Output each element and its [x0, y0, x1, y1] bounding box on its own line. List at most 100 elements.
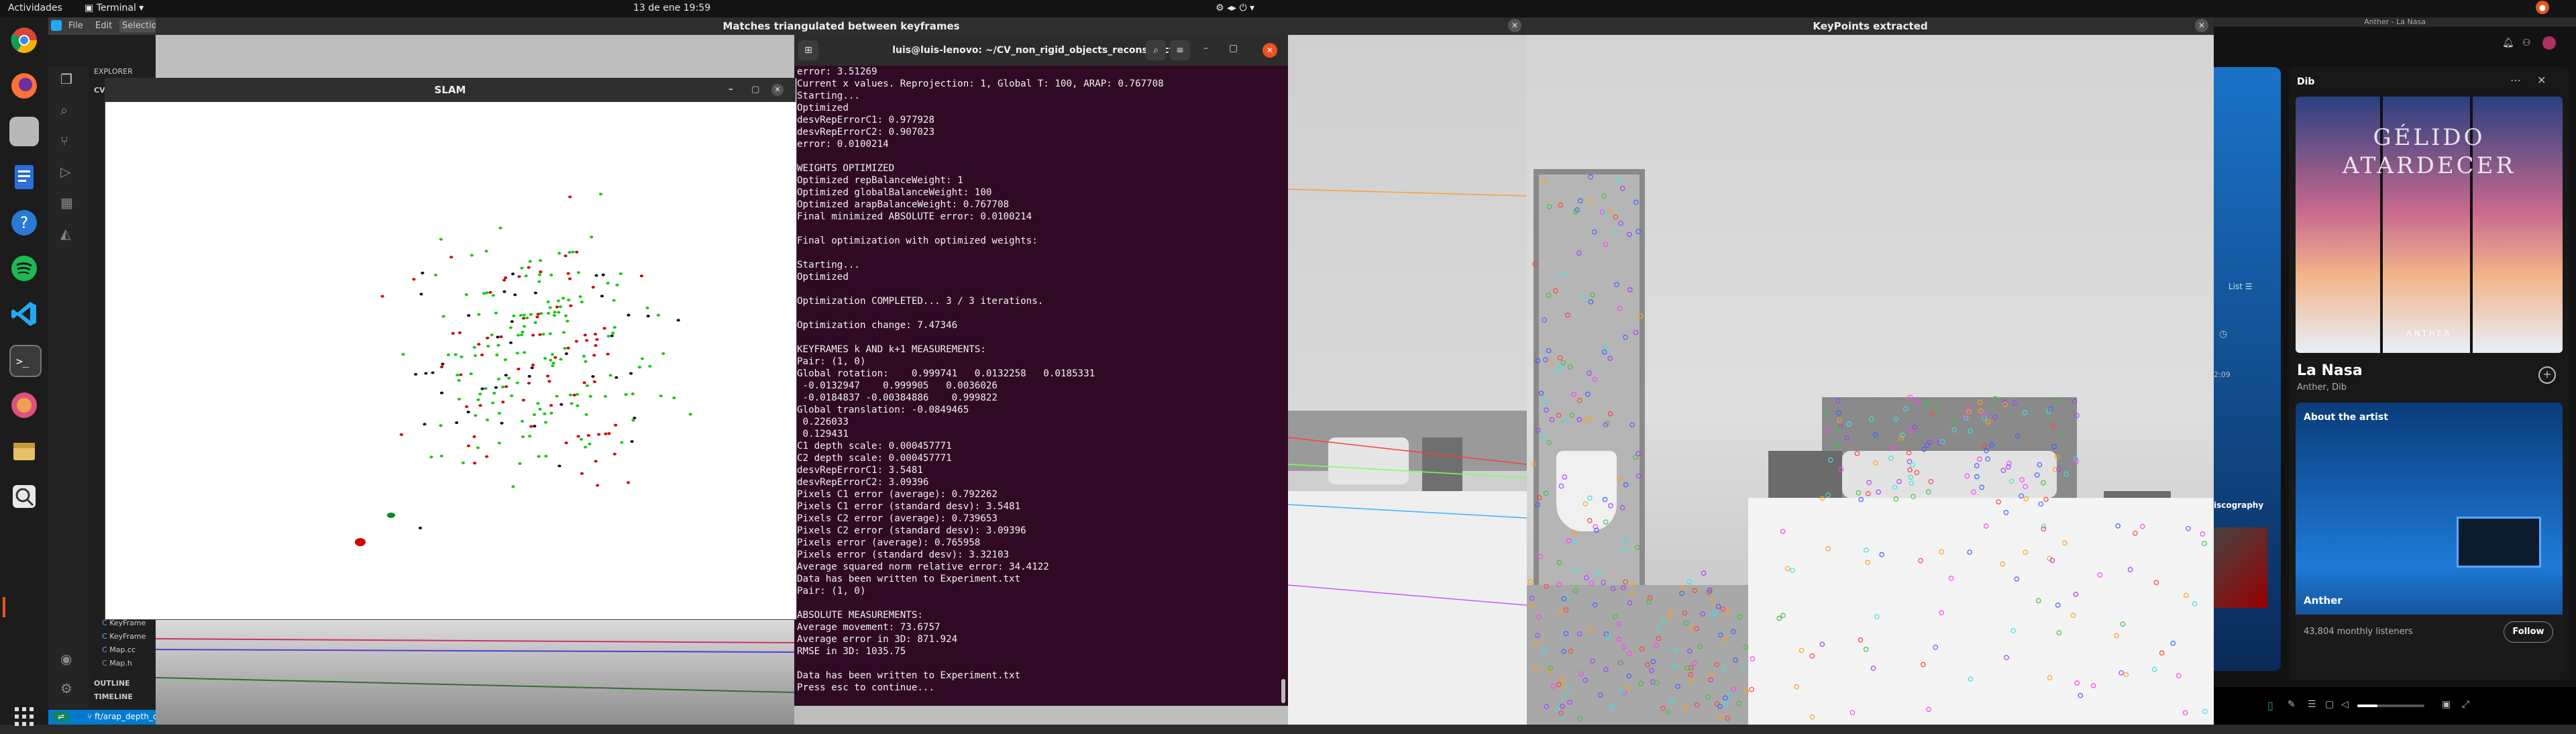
- keypoint-circle: [1615, 177, 1621, 183]
- keypoint-circle: [1535, 502, 1541, 508]
- file-keyframe-2[interactable]: C KeyFrame: [102, 632, 146, 641]
- writer-icon[interactable]: [9, 162, 39, 192]
- list-view-button[interactable]: List ☰: [2229, 282, 2253, 291]
- slam-maximize-button[interactable]: ▢: [751, 78, 759, 102]
- search-icon[interactable]: ⌕: [60, 102, 68, 118]
- slam-titlebar[interactable]: SLAM – ▢ ✕: [105, 78, 796, 102]
- file-map-h[interactable]: C Map.h: [102, 659, 132, 668]
- file-map-cc[interactable]: C Map.cc: [102, 645, 136, 654]
- tray-icons[interactable]: ⚙ ◂▸ ⏻ ▾: [1216, 3, 1254, 13]
- map-point: [620, 441, 624, 444]
- map-point: [619, 272, 623, 275]
- keypoint-circle: [1556, 560, 1562, 566]
- hamburger-menu-icon[interactable]: ≡: [1170, 40, 1190, 60]
- search-icon[interactable]: ⌕: [1146, 40, 1166, 60]
- about-artist-card[interactable]: About the artist Anther 43,804 monthly l…: [2296, 403, 2563, 674]
- slam-minimize-button[interactable]: –: [729, 78, 733, 102]
- remote-indicator[interactable]: ⇌: [54, 712, 69, 721]
- map-point: [539, 270, 543, 274]
- map-point: [476, 398, 480, 401]
- matches-close-button[interactable]: ✕: [1508, 19, 1521, 32]
- fullscreen-icon[interactable]: ⤢: [2462, 699, 2469, 710]
- keypoint-circle: [1558, 611, 1563, 616]
- terminal-scrollbar[interactable]: [1281, 679, 1285, 703]
- app-grid-icon[interactable]: [9, 702, 39, 731]
- keypoints-titlebar[interactable]: KeyPoints extracted: [1527, 17, 2214, 35]
- device-icon[interactable]: ▢: [2325, 699, 2334, 710]
- miniplayer-icon[interactable]: ▣: [2442, 699, 2451, 710]
- volume-slider[interactable]: [2357, 704, 2424, 707]
- map-point: [592, 380, 596, 384]
- keypoint-circle: [1837, 423, 1843, 429]
- add-to-library-icon[interactable]: +: [2538, 366, 2556, 384]
- help-icon[interactable]: ?: [9, 208, 39, 238]
- source-control-icon[interactable]: ⑂: [60, 133, 68, 149]
- map-point: [517, 275, 521, 278]
- remote-icon[interactable]: ◭: [60, 225, 70, 242]
- timeline-section[interactable]: TIMELINE: [94, 692, 133, 701]
- slam-close-button[interactable]: ✕: [771, 84, 784, 96]
- app-menu[interactable]: ▣ Terminal ▾: [85, 3, 144, 13]
- maximize-button[interactable]: ▢: [1229, 43, 1238, 54]
- chrome-icon[interactable]: [9, 25, 39, 55]
- screenshot-icon[interactable]: [9, 482, 39, 511]
- keypoint-circle: [1715, 604, 1721, 609]
- extensions-icon[interactable]: ▦: [60, 195, 73, 211]
- mic-icon[interactable]: ✎: [2288, 699, 2296, 710]
- song-title[interactable]: La Nasa: [2297, 362, 2363, 379]
- queue-icon[interactable]: ☰: [2308, 699, 2316, 710]
- clock[interactable]: 13 de ene 19:59: [633, 3, 710, 13]
- notification-bell-icon[interactable]: 🔔︎: [2502, 38, 2514, 48]
- map-point: [561, 297, 566, 300]
- map-point: [469, 372, 473, 376]
- terminal-dock-icon[interactable]: >_: [9, 345, 42, 377]
- spotify-titlebar[interactable]: Anther - La Nasa: [2214, 17, 2576, 27]
- menu-edit[interactable]: Edit: [95, 21, 112, 31]
- files-icon[interactable]: [9, 117, 39, 146]
- follow-button[interactable]: Follow: [2504, 621, 2553, 643]
- keypoint-circle: [1560, 694, 1566, 700]
- outline-section[interactable]: OUTLINE: [94, 679, 130, 688]
- map-point: [582, 354, 586, 358]
- keypoint-circle: [1538, 390, 1544, 396]
- firefox-icon[interactable]: [9, 71, 39, 101]
- friends-icon[interactable]: ⚇: [2522, 38, 2531, 48]
- keypoint-circle: [1688, 665, 1695, 670]
- match-lines: [1288, 189, 1527, 606]
- keypoint-circle: [2114, 633, 2119, 639]
- close-icon[interactable]: ✕: [2537, 74, 2546, 87]
- matches-titlebar[interactable]: Matches triangulated between keyframes: [156, 17, 1527, 35]
- song-artists[interactable]: Anther, Dib: [2297, 382, 2347, 392]
- git-branch[interactable]: ⑂ ft/arap_depth_da: [87, 712, 163, 721]
- menu-file[interactable]: File: [68, 21, 83, 31]
- keypoint-circle: [1589, 580, 1595, 586]
- explorer-icon[interactable]: ❐: [60, 71, 72, 87]
- map-point: [567, 299, 571, 302]
- discography-thumb[interactable]: [2214, 527, 2267, 608]
- map-point: [460, 355, 464, 358]
- notification-badge[interactable]: ●: [2536, 1, 2549, 14]
- vscode-activity-bar: ❐ ⌕ ⑂ ▷ ▦ ◭ ◉ ⚙: [48, 67, 89, 725]
- vscode-icon[interactable]: [9, 299, 39, 329]
- spotify-icon[interactable]: [9, 254, 39, 283]
- color-picker-icon[interactable]: [9, 390, 39, 420]
- minimize-button[interactable]: –: [1203, 43, 1208, 54]
- matches-image-left-bottom: [155, 619, 795, 725]
- close-button[interactable]: ✕: [1263, 43, 1277, 58]
- settings-gear-icon[interactable]: ⚙: [60, 680, 72, 696]
- connect-icon[interactable]: ▯: [2267, 699, 2273, 712]
- volume-icon[interactable]: ◁: [2341, 699, 2349, 710]
- terminal-titlebar[interactable]: ⊞ luis@luis-lenovo: ~/CV_non_rigid_objec…: [794, 35, 1288, 66]
- avatar[interactable]: [2542, 36, 2556, 50]
- run-debug-icon[interactable]: ▷: [60, 164, 70, 180]
- keypoint-circle: [1621, 644, 1627, 649]
- keypoints-close-button[interactable]: ✕: [2195, 19, 2208, 32]
- terminal-output[interactable]: error: 3.51269 Current x values. Reproje…: [797, 66, 1164, 694]
- more-options-icon[interactable]: ⋯: [2510, 74, 2521, 87]
- keypoint-circle: [2055, 397, 2060, 403]
- map-point: [494, 386, 498, 389]
- activities-button[interactable]: Actividades: [8, 3, 62, 13]
- account-icon[interactable]: ◉: [60, 651, 72, 667]
- map-point: [504, 385, 508, 388]
- archive-icon[interactable]: [9, 436, 39, 466]
